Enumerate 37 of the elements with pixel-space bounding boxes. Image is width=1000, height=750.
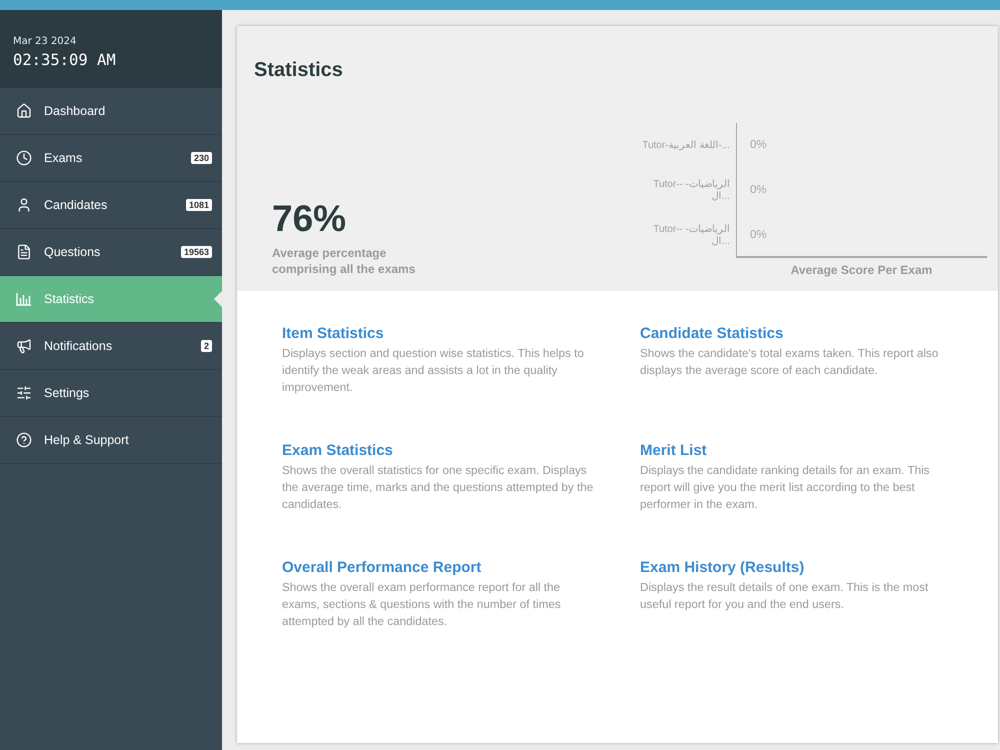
report-description: Shows the candidate's total exams taken. This report also displays the average score of each candidate. <box>640 346 940 379</box>
help-icon <box>16 432 32 448</box>
document-icon <box>16 244 32 260</box>
report-description: Displays the candidate ranking details for an exam. This report will give you the merit list according to the best performer in the exam. <box>640 463 931 513</box>
report-link[interactable]: Candidate Statistics <box>640 324 784 344</box>
count-badge: 1081 <box>186 199 212 211</box>
time-text: 02:35:09 AM <box>13 50 117 70</box>
count-badge: 19563 <box>180 246 212 258</box>
axis-title: Average Score Per Exam <box>790 262 932 279</box>
exam-name-label: Tutor-- الرياضيات- ال... <box>652 224 730 248</box>
report-description: Displays section and question wise statistics. This helps to identify the weak areas and assists a lot in the quality improvement. <box>282 346 585 396</box>
score-label: 0% <box>750 228 767 243</box>
score-label: 0% <box>750 182 767 198</box>
page-title: Statistics <box>254 58 343 82</box>
report-description: Shows the overall exam performance report for all the exams, sections & questions with the number of times attempted by all the candidates. <box>282 580 562 630</box>
clock-icon <box>16 150 32 166</box>
selection-pointer-icon <box>214 291 222 307</box>
bar-chart-icon <box>16 292 32 306</box>
count-badge: 2 <box>200 340 212 352</box>
exam-name-label: Tutor-- الرياضيات- ال... <box>652 178 730 202</box>
report-link[interactable]: Exam History (Results) <box>640 558 804 578</box>
user-icon <box>16 197 32 213</box>
report-description: Shows the overall statistics for one specific exam. Displays the average time, marks and the questions attempted by the candidates. <box>282 463 594 513</box>
average-caption: Average percentage comprising all the exams <box>272 245 416 277</box>
exam-name-label: Tutor-اللغة العربية-... <box>642 140 730 152</box>
sliders-icon <box>16 385 32 401</box>
report-link[interactable]: Item Statistics <box>282 324 384 344</box>
count-badge: 230 <box>190 152 212 164</box>
score-label: 0% <box>750 138 767 153</box>
average-percentage: 76% <box>272 199 348 239</box>
report-link[interactable]: Exam Statistics <box>282 441 393 461</box>
report-link[interactable]: Merit List <box>640 441 707 461</box>
report-description: Displays the result details of one exam. This is the most useful report for you and the end users. <box>640 580 930 613</box>
report-link[interactable]: Overall Performance Report <box>282 558 482 578</box>
date-text: Mar 23 2024 <box>13 34 78 48</box>
home-icon <box>16 103 32 119</box>
megaphone-icon <box>16 338 32 354</box>
